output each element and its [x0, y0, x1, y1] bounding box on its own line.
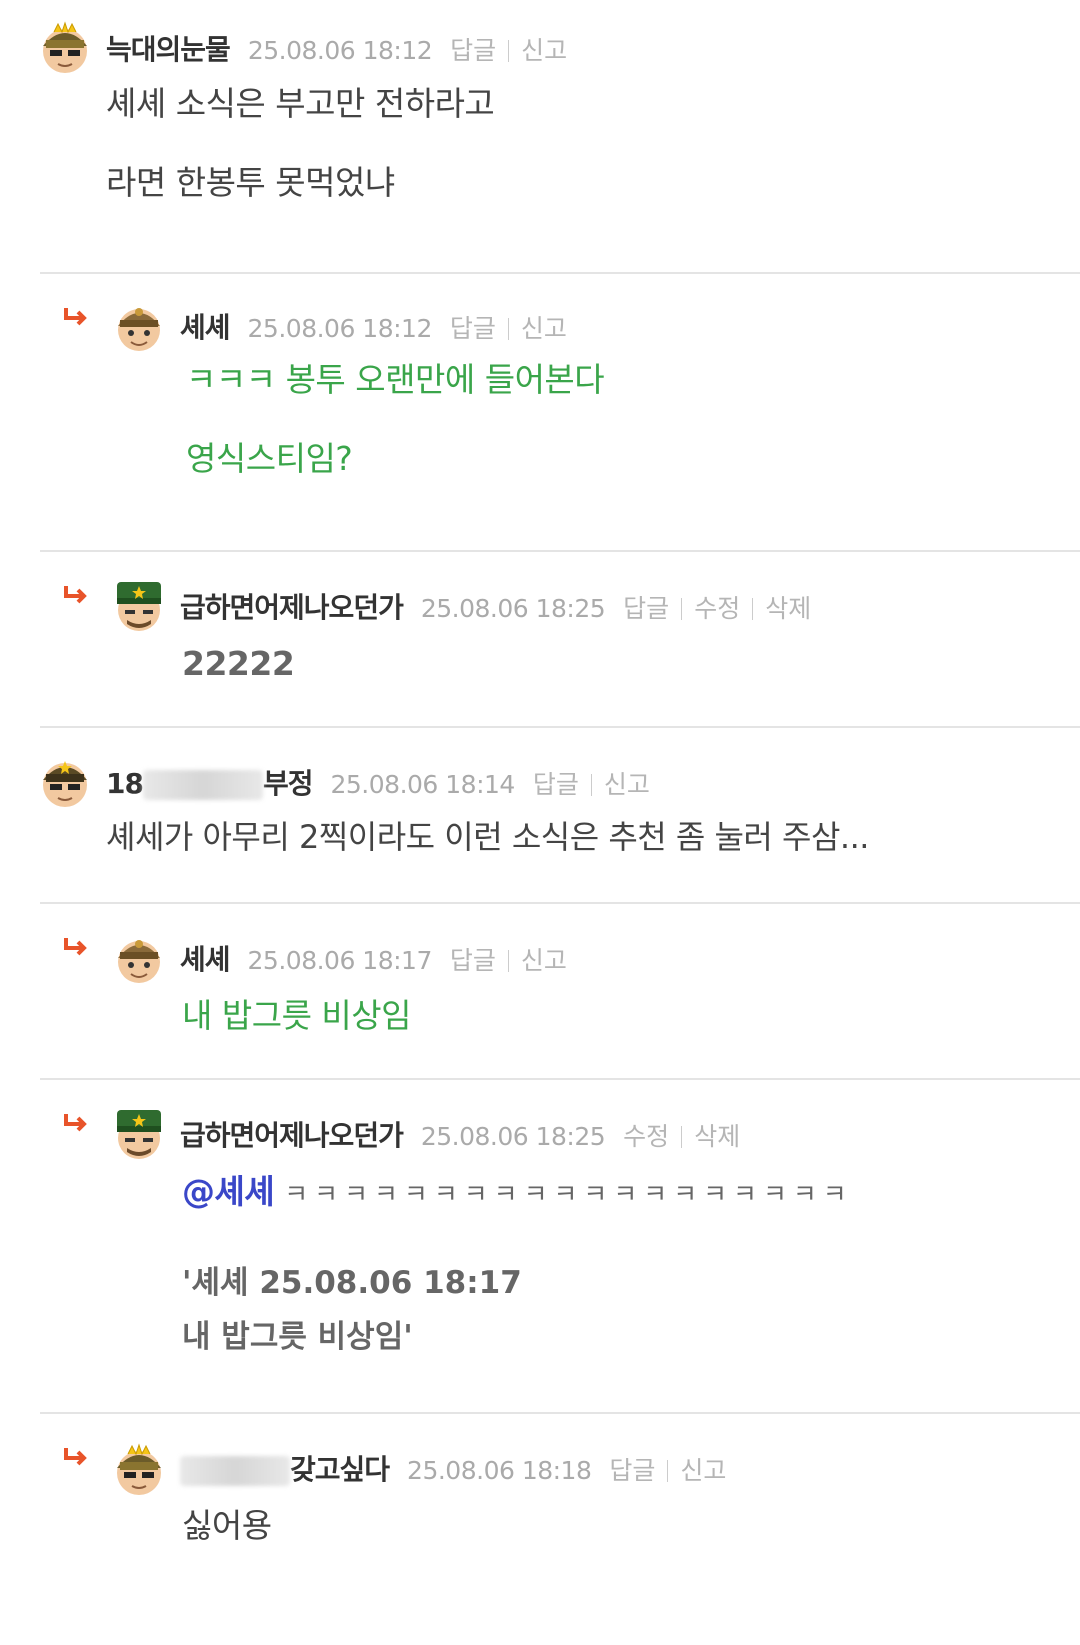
- reply-link[interactable]: 답글: [450, 309, 496, 345]
- reply-item: 급하면어제나오던가 25.08.06 18:25 수정 삭제 @셰셰 ㅋㅋㅋㅋㅋ…: [40, 1080, 1080, 1414]
- edit-link[interactable]: 수정: [623, 1117, 669, 1153]
- comment-date: 25.08.06 18:25: [420, 594, 606, 623]
- comment-body: 셰세가 아무리 2찍이라도 이런 소식은 추천 좀 눌러 주삼...: [106, 818, 869, 856]
- quoted-comment: '셰셰 25.08.06 18:17 내 밥그릇 비상임': [182, 1265, 522, 1356]
- reply-link[interactable]: 답글: [609, 1451, 655, 1487]
- divider: [507, 318, 509, 340]
- comment-date: 25.08.06 18:14: [330, 770, 516, 799]
- comment-body: 셰셰 소식은 부고만 전하라고 라면 한봉투 못먹었냐: [106, 84, 495, 203]
- comment-header: 셰셰 25.08.06 18:12 답글 신고: [180, 306, 567, 346]
- author-nick[interactable]: 셰셰: [180, 938, 231, 978]
- divider: [590, 774, 592, 796]
- reply-item: 급하면어제나오던가 25.08.06 18:25 답글 수정 삭제 22222: [40, 552, 1080, 728]
- reply-item: 갖고싶다 25.08.06 18:18 답글 신고 싫어용: [40, 1414, 1080, 1645]
- author-nick[interactable]: 급하면어제나오던가: [180, 1114, 404, 1154]
- edit-link[interactable]: 수정: [694, 589, 740, 625]
- comment-item: 18 부정 25.08.06 18:14 답글 신고 셰세가 아무리 2찍이라도 …: [40, 728, 1080, 904]
- report-link[interactable]: 신고: [521, 31, 567, 67]
- reply-link[interactable]: 답글: [450, 31, 496, 67]
- comment-date: 25.08.06 18:17: [247, 946, 433, 975]
- reply-link[interactable]: 답글: [533, 765, 579, 801]
- report-link[interactable]: 신고: [680, 1451, 726, 1487]
- comment-date: 25.08.06 18:18: [407, 1456, 592, 1485]
- blur-mask: [142, 770, 263, 800]
- comment-body: 싫어용: [182, 1506, 272, 1545]
- comment-header: 급하면어제나오던가 25.08.06 18:25 수정 삭제: [180, 1114, 740, 1154]
- comment-date: 25.08.06 18:25: [420, 1122, 606, 1151]
- reply-item: 셰셰 25.08.06 18:12 답글 신고 ㅋㅋㅋ 봉투 오랜만에 들어본다…: [40, 274, 1080, 552]
- comment-header: 늑대의눈물 25.08.06 18:12 답글 신고: [106, 28, 567, 68]
- avatar[interactable]: [110, 928, 168, 986]
- comment-body: 내 밥그릇 비상임: [182, 996, 412, 1035]
- mention-link[interactable]: @셰셰: [182, 1172, 275, 1211]
- laugh-text: ㅋㅋㅋㅋㅋㅋㅋㅋㅋㅋㅋㅋㅋㅋㅋㅋㅋㅋㅋ: [284, 1180, 853, 1210]
- comment-body: 22222: [182, 644, 295, 683]
- comment-thread: 늑대의눈물 25.08.06 18:12 답글 신고 셰셰 소식은 부고만 전하…: [0, 0, 1080, 1645]
- divider: [681, 598, 683, 620]
- reply-item: 셰셰 25.08.06 18:17 답글 신고 내 밥그릇 비상임: [40, 904, 1080, 1080]
- report-link[interactable]: 신고: [521, 309, 567, 345]
- author-nick[interactable]: 18 부정: [106, 762, 313, 802]
- report-link[interactable]: 신고: [521, 941, 567, 977]
- divider: [681, 1126, 683, 1148]
- avatar[interactable]: [36, 18, 94, 76]
- comment-header: 셰셰 25.08.06 18:17 답글 신고: [180, 938, 567, 978]
- reply-arrow-icon: [62, 1446, 88, 1466]
- comment-header: 급하면어제나오던가 25.08.06 18:25 답글 수정 삭제: [180, 586, 811, 626]
- comment-date: 25.08.06 18:12: [247, 314, 433, 343]
- reply-arrow-icon: [62, 1112, 88, 1132]
- comment-header: 갖고싶다 25.08.06 18:18 답글 신고: [180, 1448, 726, 1488]
- avatar[interactable]: [110, 296, 168, 354]
- divider: [507, 950, 509, 972]
- comment-header: 18 부정 25.08.06 18:14 답글 신고: [106, 762, 650, 802]
- avatar[interactable]: [36, 752, 94, 810]
- author-nick[interactable]: 급하면어제나오던가: [180, 586, 404, 626]
- delete-link[interactable]: 삭제: [765, 589, 811, 625]
- divider: [508, 40, 510, 62]
- avatar[interactable]: [110, 576, 168, 634]
- reply-link[interactable]: 답글: [450, 941, 496, 977]
- delete-link[interactable]: 삭제: [694, 1117, 740, 1153]
- comment-body: @셰셰 ㅋㅋㅋㅋㅋㅋㅋㅋㅋㅋㅋㅋㅋㅋㅋㅋㅋㅋㅋ: [182, 1172, 853, 1212]
- divider: [752, 598, 754, 620]
- comment-date: 25.08.06 18:12: [247, 36, 433, 65]
- reply-arrow-icon: [62, 936, 88, 956]
- author-nick[interactable]: 늑대의눈물: [106, 28, 231, 68]
- reply-arrow-icon: [62, 584, 88, 604]
- blur-mask: [180, 1456, 290, 1486]
- author-nick[interactable]: 셰셰: [180, 306, 231, 346]
- avatar[interactable]: [110, 1104, 168, 1162]
- divider: [667, 1460, 669, 1482]
- avatar[interactable]: [110, 1440, 168, 1498]
- comment-body: ㅋㅋㅋ 봉투 오랜만에 들어본다 영식스티임?: [186, 360, 605, 479]
- comment-item: 늑대의눈물 25.08.06 18:12 답글 신고 셰셰 소식은 부고만 전하…: [40, 0, 1080, 274]
- author-nick[interactable]: 갖고싶다: [180, 1448, 390, 1488]
- report-link[interactable]: 신고: [604, 765, 650, 801]
- reply-link[interactable]: 답글: [623, 589, 669, 625]
- reply-arrow-icon: [62, 306, 88, 326]
